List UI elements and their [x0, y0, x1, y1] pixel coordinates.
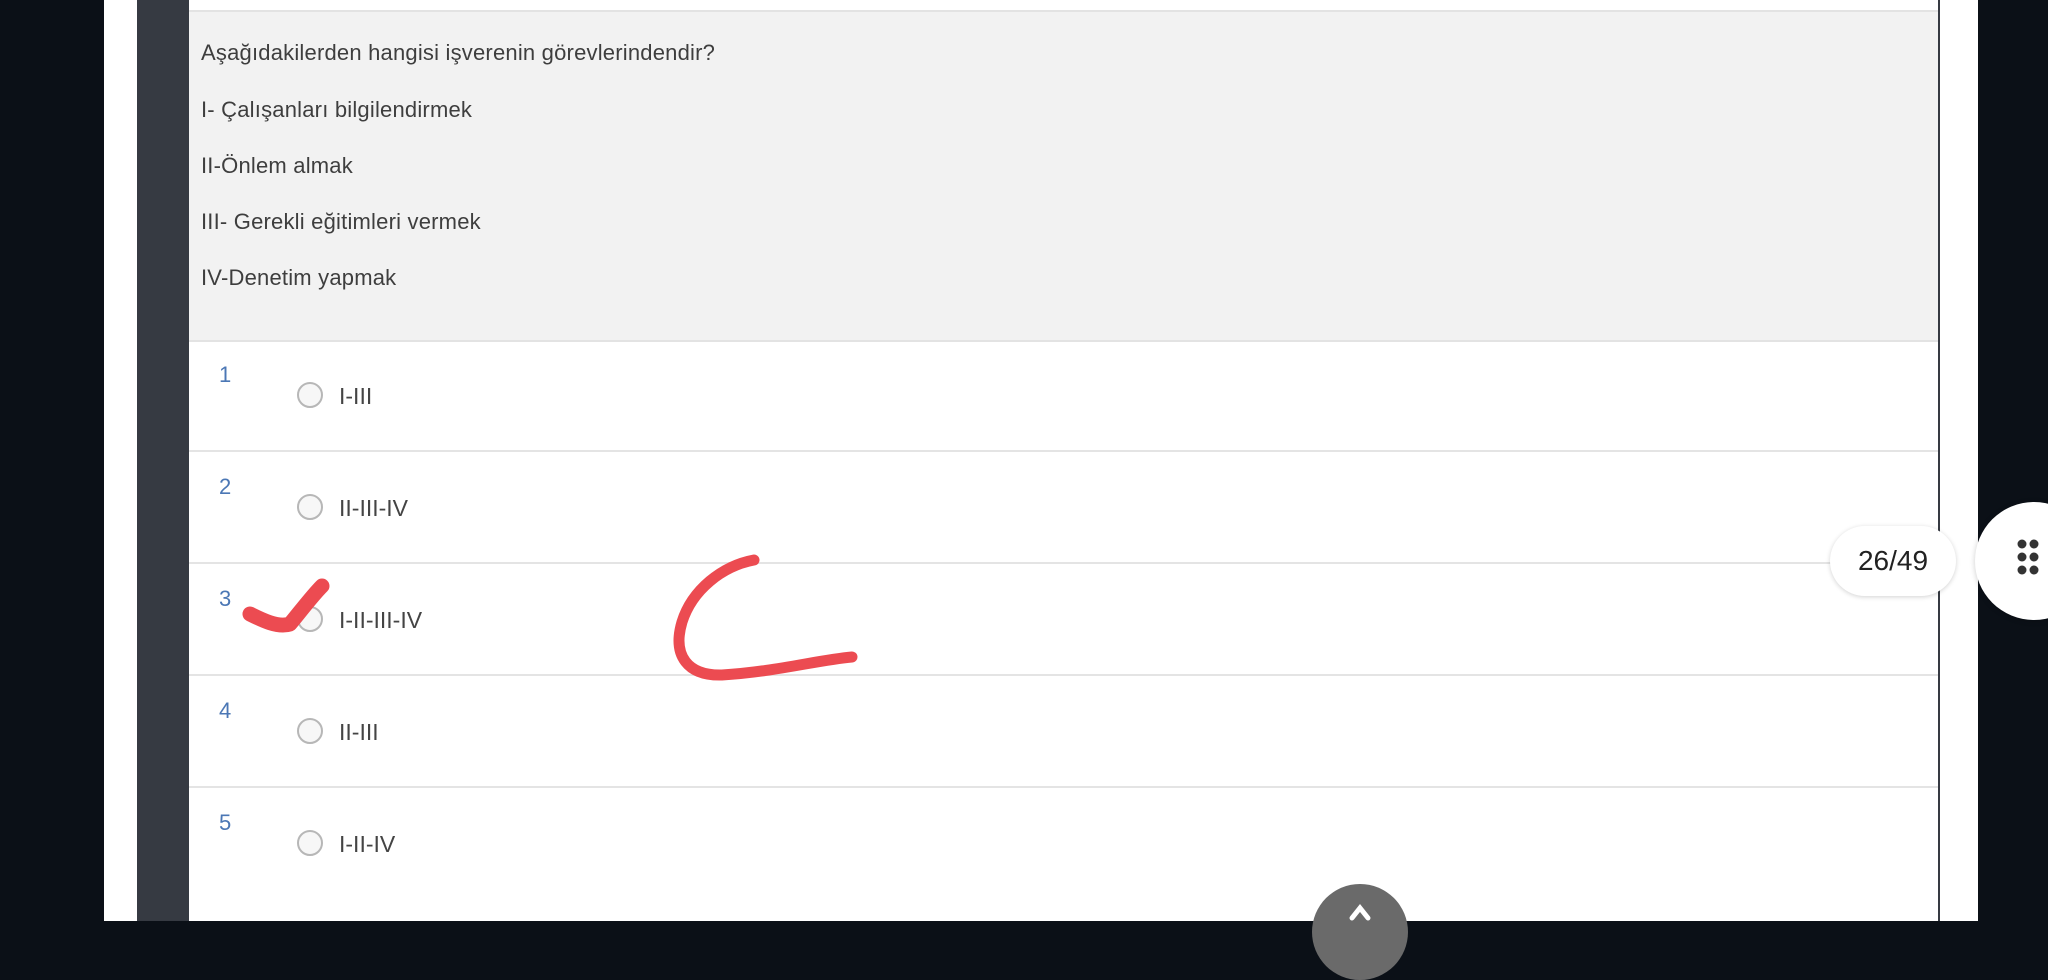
option-label: II-III-IV: [339, 495, 408, 521]
answer-option-1[interactable]: 1 I-III: [189, 340, 1938, 452]
answer-option-3[interactable]: 3 I-II-III-IV: [189, 564, 1938, 676]
answer-option-2[interactable]: 2 II-III-IV: [189, 452, 1938, 564]
option-label: II-III: [339, 719, 379, 745]
question-item: IV-Denetim yapmak: [201, 265, 397, 290]
question-item: II-Önlem almak: [201, 153, 353, 178]
option-number: 4: [219, 698, 232, 723]
question-box: Aşağıdakilerden hangisi işverenin görevl…: [189, 10, 1938, 342]
question-item: I- Çalışanları bilgilendirmek: [201, 97, 473, 122]
answer-option-5[interactable]: 5 I-II-IV: [189, 788, 1938, 898]
menu-button[interactable]: [1975, 502, 2048, 620]
radio-button[interactable]: [297, 830, 323, 856]
option-number: 1: [219, 362, 232, 387]
radio-button[interactable]: [297, 718, 323, 744]
radio-button[interactable]: [297, 606, 323, 632]
question-prompt: Aşağıdakilerden hangisi işverenin görevl…: [201, 40, 716, 65]
option-label: I-II-III-IV: [339, 607, 423, 633]
option-number: 5: [219, 810, 232, 835]
radio-button[interactable]: [297, 382, 323, 408]
question-item: III- Gerekli eğitimleri vermek: [201, 209, 481, 234]
radio-button[interactable]: [297, 494, 323, 520]
option-label: I-II-IV: [339, 831, 396, 857]
arrow-up-icon: [1349, 903, 1371, 921]
question-card: Aşağıdakilerden hangisi işverenin görevl…: [189, 0, 1938, 921]
option-number: 2: [219, 474, 232, 499]
option-label: I-III: [339, 383, 373, 409]
grid-dots-icon: [2017, 539, 2039, 575]
option-number: 3: [219, 586, 232, 611]
scroll-top-button[interactable]: [1312, 884, 1408, 980]
question-counter: 26/49: [1830, 526, 1956, 596]
answer-option-4[interactable]: 4 II-III: [189, 676, 1938, 788]
